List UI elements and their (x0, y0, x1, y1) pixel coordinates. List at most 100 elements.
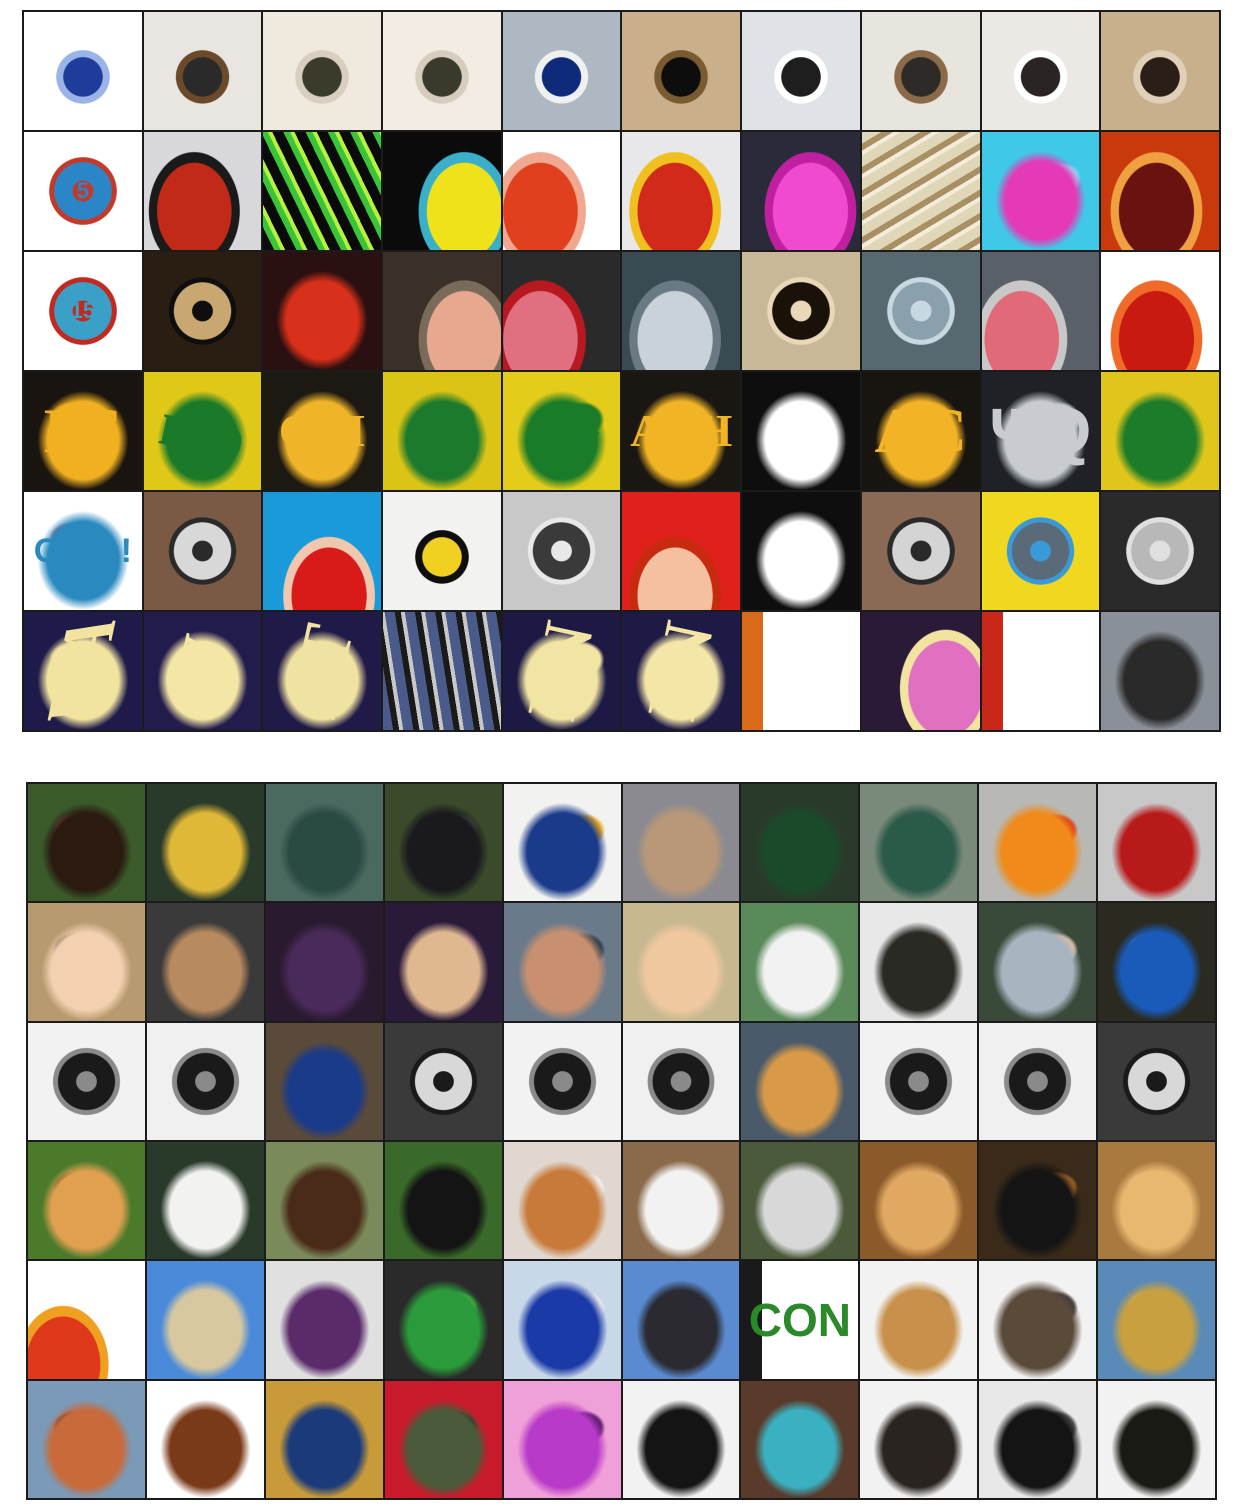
tile-text: C (1125, 388, 1195, 473)
top-grid-tile-gold-letters: AC (861, 372, 980, 490)
top-grid-tile-cream-letters-on-navy: EN (502, 612, 621, 730)
tile-text: ion (404, 395, 481, 466)
top-grid-tile-cream-letters-on-navy: W (143, 612, 262, 730)
bottom-grid-tile-camera-lenses (28, 1022, 145, 1140)
bottom-grid-tile-car-door (503, 784, 621, 902)
bottom-grid-tile-oil-rig (979, 1261, 1097, 1379)
bottom-grid-tile-ink-bottle (979, 1380, 1097, 1498)
top-grid-tile-oops-sign: Oops! (24, 492, 142, 610)
bottom-grid-tile-red-feathers (28, 1261, 145, 1379)
top-grid-tile-pink-leaf (861, 612, 980, 730)
bottom-grid-tile-golden-figurine (146, 784, 264, 902)
bottom-grid-tile-child (622, 903, 740, 1021)
bottom-grid-tile-dog (28, 784, 145, 902)
top-grid-tile-clock-face: 15 (24, 252, 142, 370)
top-grid-tile-red-texture (263, 252, 382, 370)
top-grid-tile-grey-ring (861, 252, 980, 370)
bottom-grid-tile-spaniel (146, 1142, 264, 1260)
bottom-grid-tile-teapot (860, 1380, 978, 1498)
bottom-grid-tile-camera (384, 1022, 502, 1140)
top-grid-tile-dark-rings (143, 252, 262, 370)
tile-text: CHI (278, 405, 366, 456)
bottom-grid-tile-dog-walking (265, 1142, 383, 1260)
bottom-grid-tile-woman-white-shirt (741, 903, 859, 1021)
bottom-grid-tile-man-cap (503, 903, 621, 1021)
bottom-grid-tile-blue-car (503, 1261, 621, 1379)
top-grid-tile-gold-letters: ES (24, 372, 142, 490)
bottom-grid-tile-orange-fruit (979, 784, 1097, 902)
top-grid-tile-clock-face: 5 (24, 132, 142, 250)
bottom-grid-tile-woman-hijab (265, 903, 383, 1021)
top-grid-tile-pink-curve (383, 252, 501, 370)
top-grid-tile-dog-eye (383, 12, 501, 130)
top-grid-tile-beige-stripes (861, 132, 980, 250)
bottom-grid-tile-black-bear (384, 1142, 502, 1260)
top-grid-tile-dark-lattice (383, 612, 501, 730)
top-grid-tile-red-curve (143, 132, 262, 250)
bottom-image-grid: CON (26, 782, 1217, 1500)
top-grid-tile-green-letters-on-yellow: mo (143, 372, 262, 490)
top-grid-tile-blue-circle-on-white (24, 12, 142, 130)
bottom-grid-tile-smiling-boy (28, 903, 145, 1021)
bottom-grid-tile-butterfly-wing (741, 1022, 859, 1140)
bottom-grid-tile-ink-bottle (622, 1380, 740, 1498)
bottom-grid-tile-red-car-interior (1098, 784, 1215, 902)
bottom-grid-tile-green-lamp (384, 1261, 502, 1379)
bottom-grid-tile-border-collie (622, 1142, 740, 1260)
tile-text: W (157, 628, 247, 714)
bottom-grid-tile-paper-roll: CON (741, 1261, 859, 1379)
bottom-grid-tile-smiling-man (384, 903, 502, 1021)
top-grid-tile-red-shape (622, 492, 741, 610)
bottom-grid-tile-wicker-basket (860, 1261, 978, 1379)
top-grid-tile-pink-bar-red-sphere (502, 252, 621, 370)
bottom-grid-tile-beagle (503, 1142, 621, 1260)
top-grid-tile-grey-symbols: ΨQ (981, 372, 1100, 490)
top-grid-tile-skull-pattern: ☠ (742, 372, 860, 490)
tile-text: en (515, 383, 607, 478)
bottom-grid-tile-green-car (741, 784, 859, 902)
bottom-grid-tile-cowboy (28, 1380, 145, 1498)
top-grid-tile-gold-letters: CHI (263, 372, 382, 490)
top-grid-tile-cream-letters-on-navy: EN (622, 612, 741, 730)
bottom-grid-tile-husky (741, 1142, 859, 1260)
bottom-grid-tile-young-man (146, 903, 264, 1021)
bottom-grid-tile-woman-grey-suit (979, 903, 1097, 1021)
tile-text: AC (874, 395, 967, 466)
top-grid-tile-car-wheel (502, 492, 621, 610)
bottom-grid-tile-purple-flower (503, 1380, 621, 1498)
bottom-grid-tile-fuzzy-ball (384, 1380, 502, 1498)
tile-text: EN (633, 615, 729, 727)
top-grid-tile-red-sphere (1101, 252, 1219, 370)
top-grid-tile-car-wheel (1101, 492, 1219, 610)
bottom-grid-tile-blue-tractor (265, 1022, 383, 1140)
tile-text: 5 (76, 178, 89, 203)
tile-text: ☠ (772, 395, 830, 466)
top-grid-tile-watch-dial (861, 492, 980, 610)
bottom-grid-tile-fluffy-dog (1098, 1142, 1215, 1260)
bottom-grid-tile-person-blue-shirt (1098, 903, 1215, 1021)
tile-text: ACH (630, 405, 733, 456)
top-grid-tile-dog-nose (1101, 12, 1219, 130)
top-grid-tile-yellow-shape (383, 132, 501, 250)
top-grid-tile-cream-letters-on-navy: WA (24, 612, 142, 730)
bottom-grid-tile-black-fur-hat (384, 784, 502, 902)
top-grid-tile-grey-structure (1101, 612, 1219, 730)
tile-text: ES (43, 395, 122, 466)
bottom-grid-tile-doberman (979, 1142, 1097, 1260)
tile-text: AT (274, 617, 369, 724)
top-grid-tile-dog-eye (263, 12, 382, 130)
top-grid-tile-printed-page (981, 612, 1100, 730)
top-grid-tile-yellow-dot (383, 492, 501, 610)
top-grid-tile-green-letters-on-yellow: ion (383, 372, 501, 490)
top-grid-tile-gold-letters: ACH (622, 372, 741, 490)
bottom-grid-tile-golden-retriever (28, 1142, 145, 1260)
top-grid-tile-pink-bar (981, 252, 1100, 370)
tile-text: CON (748, 1293, 851, 1346)
top-grid-tile-brush-fringe (742, 252, 860, 370)
bottom-grid-tile-green-car (265, 784, 383, 902)
tile-text: 15 (70, 298, 96, 323)
top-grid-tile-skull-pattern (742, 492, 860, 610)
bottom-grid-tile-soldier (860, 903, 978, 1021)
top-grid-tile-grey-pipe (622, 252, 741, 370)
bottom-grid-tile-green-car (860, 784, 978, 902)
